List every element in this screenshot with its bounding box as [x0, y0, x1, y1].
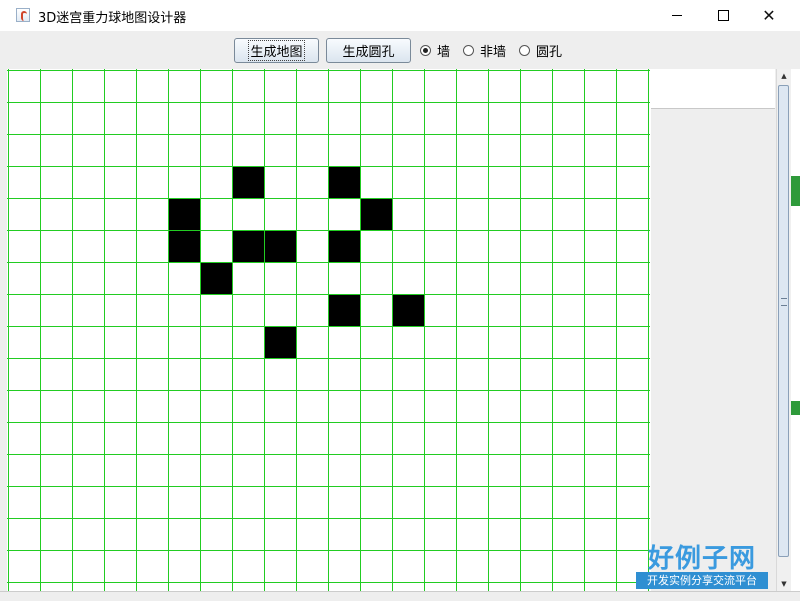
scroll-up-icon[interactable]: ▲	[777, 69, 791, 83]
wall-cell[interactable]	[328, 230, 360, 262]
wall-cell[interactable]	[328, 294, 360, 326]
window-title: 3D迷宫重力球地图设计器	[38, 11, 187, 26]
watermark-title: 好例子网	[647, 544, 756, 574]
map-grid-canvas[interactable]	[7, 69, 651, 591]
side-panel	[651, 69, 775, 591]
title-bar: 3D迷宫重力球地图设计器 ✕	[0, 0, 800, 31]
watermark-subtitle: 开发实例分享交流平台	[636, 572, 768, 589]
radio-non-wall-label: 非墙	[480, 44, 507, 60]
generate-map-button[interactable]: 生成地图	[234, 38, 319, 63]
maximize-button[interactable]	[700, 0, 746, 31]
wall-cell[interactable]	[232, 166, 264, 198]
scroll-thumb[interactable]	[778, 85, 789, 557]
minimize-icon	[672, 15, 682, 16]
wall-cell[interactable]	[264, 326, 296, 358]
side-panel-header	[651, 69, 775, 109]
generate-hole-label: 生成圆孔	[342, 45, 395, 60]
toolbar: 生成地图 生成圆孔 墙 非墙 圆孔	[0, 31, 776, 68]
radio-wall-label: 墙	[437, 44, 451, 60]
wall-cell[interactable]	[392, 294, 424, 326]
close-button[interactable]: ✕	[746, 0, 792, 31]
radio-hole-indicator[interactable]	[519, 44, 530, 56]
radio-wall-indicator[interactable]	[420, 44, 431, 56]
background-window-edge	[791, 69, 800, 591]
generate-hole-button[interactable]: 生成圆孔	[326, 38, 411, 63]
scroll-down-icon[interactable]: ▼	[777, 577, 791, 591]
background-edge-mark	[791, 176, 800, 206]
radio-non-wall-indicator[interactable]	[463, 44, 474, 56]
wall-cell[interactable]	[360, 198, 392, 230]
generate-map-label: 生成地图	[248, 40, 305, 61]
wall-cell[interactable]	[168, 230, 200, 262]
minimize-button[interactable]	[654, 0, 700, 31]
wall-cell[interactable]	[168, 198, 200, 230]
background-edge-mark	[791, 401, 800, 415]
wall-cell[interactable]	[232, 230, 264, 262]
wall-cell[interactable]	[328, 166, 360, 198]
radio-hole[interactable]: 圆孔	[519, 42, 563, 60]
wall-cell[interactable]	[264, 230, 296, 262]
vertical-scrollbar[interactable]: ▲ ▼	[776, 69, 791, 591]
scroll-grip-icon	[781, 298, 787, 306]
maximize-icon	[717, 10, 729, 21]
radio-non-wall[interactable]: 非墙	[463, 42, 507, 60]
map-grid[interactable]	[7, 69, 651, 591]
close-icon: ✕	[762, 5, 776, 25]
wall-cell[interactable]	[200, 262, 232, 294]
java-app-icon	[16, 8, 30, 22]
radio-wall[interactable]: 墙	[420, 42, 451, 60]
site-watermark: 好例子网 开发实例分享交流平台	[636, 538, 768, 594]
radio-hole-label: 圆孔	[536, 44, 563, 60]
